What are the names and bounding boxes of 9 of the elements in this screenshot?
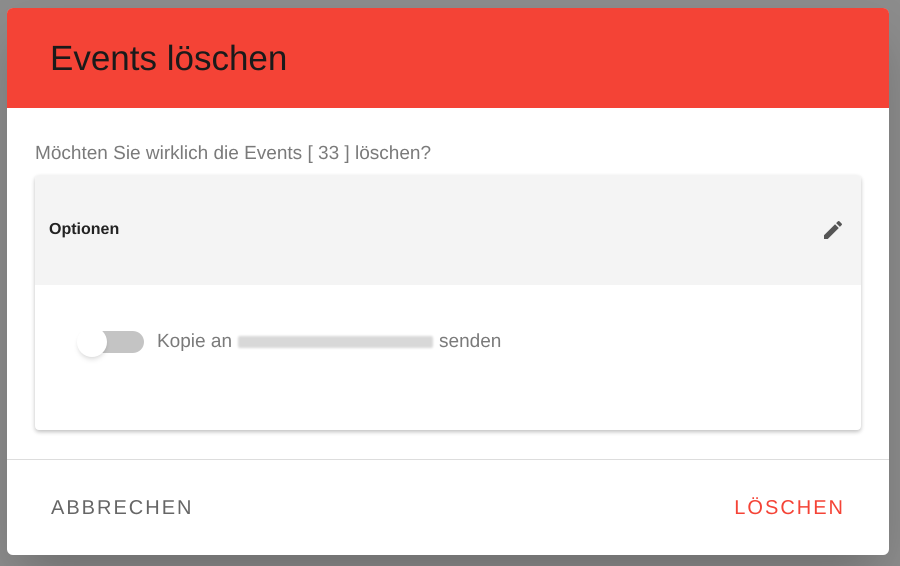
option-label: Kopie an: [157, 330, 232, 354]
panel-title: Optionen: [49, 220, 120, 240]
cancel-button[interactable]: ABBRECHEN: [37, 484, 208, 530]
delete-button[interactable]: LÖSCHEN: [720, 484, 859, 530]
toggle-switch[interactable]: [77, 327, 145, 357]
option-label: senden: [439, 330, 502, 354]
dialog-title: Events löschen: [50, 40, 288, 76]
confirm-message: Möchten Sie wirklich die Events [ 33 ] löschen?: [35, 144, 432, 163]
edit-icon[interactable]: [821, 218, 845, 242]
